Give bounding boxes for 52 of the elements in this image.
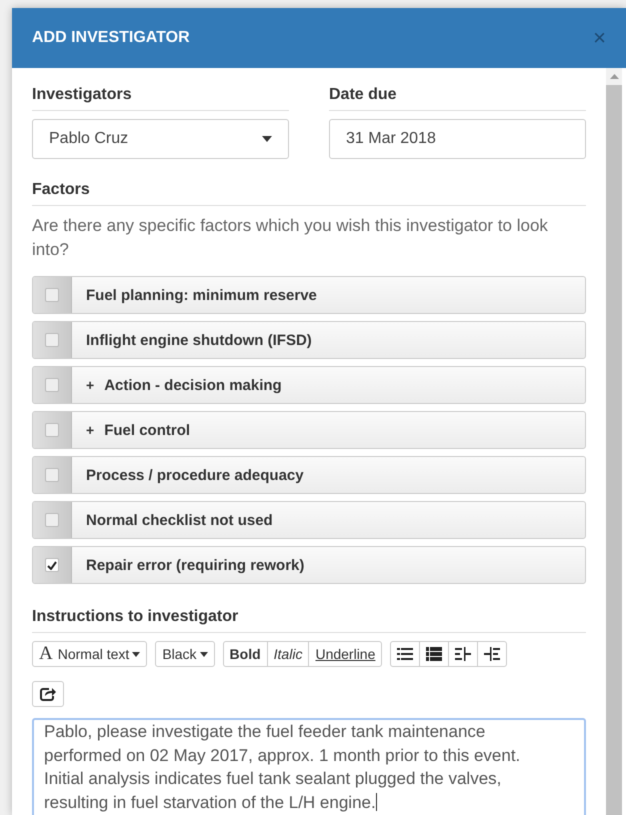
instructions-editor[interactable]: Pablo, please investigate the fuel feeder tank maintenance performed on 02 May 2017, approx. 1 month prior to this event. Initial analysis indicates fuel tank sealant plugged the valves, resulting in fuel starvation of the L/H engine. bbox=[32, 718, 586, 815]
expand-toggle[interactable]: + bbox=[86, 422, 94, 438]
checkbox[interactable] bbox=[45, 423, 59, 437]
checkbox[interactable] bbox=[45, 513, 59, 527]
list-icon bbox=[426, 647, 442, 661]
factor-label: Fuel planning: minimum reserve bbox=[86, 286, 317, 304]
scrollbar[interactable] bbox=[606, 68, 622, 815]
factor-label: Repair error (requiring rework) bbox=[86, 556, 304, 574]
factor-row[interactable]: Repair error (requiring rework) bbox=[32, 546, 586, 584]
share-button[interactable] bbox=[32, 681, 64, 707]
caret-icon bbox=[200, 652, 208, 656]
factor-row[interactable]: Fuel planning: minimum reserve bbox=[32, 276, 586, 314]
indent-button[interactable] bbox=[477, 641, 508, 667]
indent-icon bbox=[484, 647, 500, 661]
underline-button[interactable]: Underline bbox=[308, 641, 382, 667]
factor-label: Inflight engine shutdown (IFSD) bbox=[86, 332, 312, 348]
factor-label: Action - decision making bbox=[104, 376, 282, 394]
format-dropdown[interactable]: A Normal text bbox=[32, 641, 148, 667]
scroll-up-icon[interactable] bbox=[610, 74, 618, 79]
caret-icon bbox=[132, 652, 140, 656]
checkbox[interactable] bbox=[45, 378, 59, 392]
bullet-list-button[interactable] bbox=[390, 641, 420, 667]
numbered-list-button[interactable] bbox=[419, 641, 450, 667]
factors-question: Are there any specific factors which you wish this investigator to look into? bbox=[32, 215, 549, 261]
share-icon bbox=[40, 687, 56, 701]
checkbox[interactable] bbox=[45, 468, 59, 482]
caret-icon bbox=[262, 136, 272, 142]
section-heading: Instructions to investigator bbox=[32, 608, 586, 633]
factor-label: Process / procedure adequacy bbox=[86, 466, 304, 484]
investigator-select[interactable]: Pablo Cruz bbox=[32, 119, 289, 159]
field-label: Date due bbox=[329, 86, 586, 111]
date-field[interactable]: 31 Mar 2018 bbox=[329, 119, 586, 159]
bullet-list-icon bbox=[397, 647, 414, 661]
expand-toggle[interactable]: + bbox=[86, 377, 94, 393]
factor-label: Normal checklist not used bbox=[86, 512, 273, 528]
checkbox[interactable] bbox=[45, 288, 59, 302]
checkbox[interactable] bbox=[45, 558, 59, 572]
format-dropdown[interactable]: Black bbox=[155, 641, 215, 667]
dialog-title: ADD INVESTIGATOR bbox=[32, 29, 190, 47]
factor-label: Fuel control bbox=[104, 422, 190, 438]
field-label: Investigators bbox=[32, 86, 289, 111]
factor-row[interactable]: Inflight engine shutdown (IFSD) bbox=[32, 321, 586, 359]
italic-button[interactable]: Italic bbox=[266, 641, 310, 667]
factor-row[interactable]: Normal checklist not used bbox=[32, 501, 586, 539]
factor-row[interactable]: + Action - decision making bbox=[32, 366, 586, 404]
factor-row[interactable]: + Fuel control bbox=[32, 411, 586, 449]
bold-button[interactable]: Bold bbox=[222, 641, 268, 667]
factor-row[interactable]: Process / procedure adequacy bbox=[32, 456, 586, 494]
section-heading: Factors bbox=[32, 181, 586, 206]
checkbox[interactable] bbox=[45, 333, 59, 347]
outdent-button[interactable] bbox=[448, 641, 478, 667]
outdent-icon bbox=[455, 647, 472, 661]
